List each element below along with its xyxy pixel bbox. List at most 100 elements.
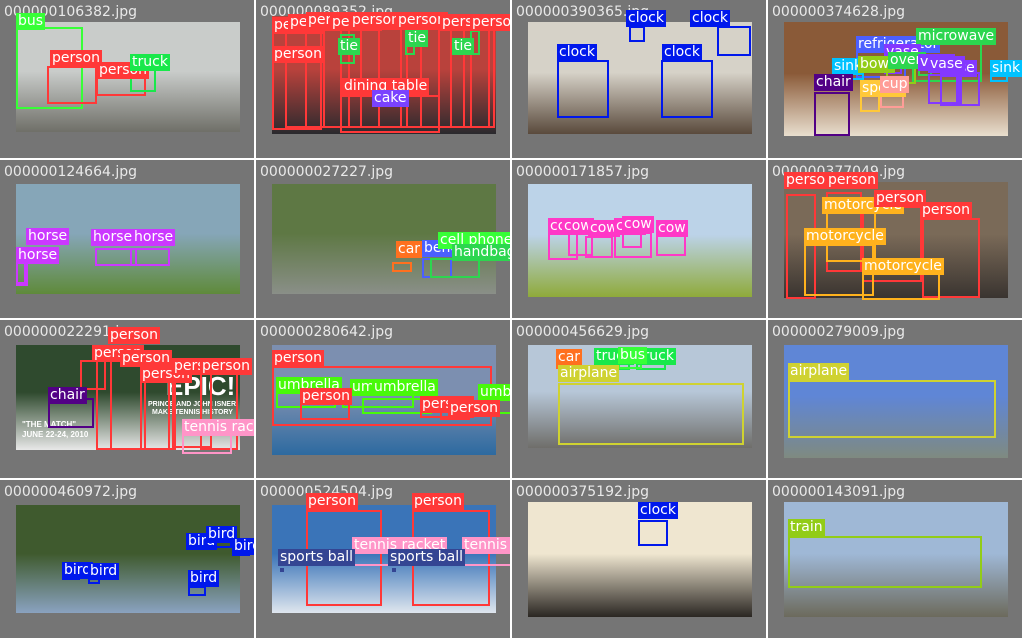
- bbox-label: person: [350, 12, 402, 29]
- bbox-label: sports ball: [388, 549, 465, 566]
- bbox-label: cup: [880, 76, 910, 93]
- bbox-label: handbag: [452, 244, 510, 261]
- grid-cell: 000000279009.jpg airplane: [768, 320, 1022, 478]
- bbox-label: airplane: [788, 363, 850, 380]
- image-filename: 000000280642.jpg: [260, 324, 393, 340]
- bbox-vase: [928, 74, 958, 104]
- bbox-airplane: [558, 383, 744, 445]
- bbox-label: horse: [26, 228, 70, 245]
- grid-cell: 000000390365.jpg clock clock clock clock: [512, 0, 766, 158]
- bbox-label: sports ball: [278, 549, 355, 566]
- grid-cell: 000000106382.jpg bus person person truck: [0, 0, 254, 158]
- grid-cell: 000000524504.jpg person person tennis racke…: [256, 480, 510, 638]
- bbox-label: cake: [372, 90, 409, 107]
- grid-cell: 000000280642.jpgpersonumbrellaumbrellape…: [256, 320, 510, 478]
- bbox-label: person: [826, 172, 878, 189]
- bbox-label: chair: [814, 74, 853, 91]
- bbox-label: bird: [232, 538, 254, 555]
- bbox-label: clock: [690, 10, 730, 27]
- bbox-bird: [188, 586, 206, 596]
- bbox-label: car: [396, 241, 423, 258]
- bbox-person: [80, 360, 106, 390]
- bbox-label: cow: [656, 220, 688, 237]
- bbox-label: person: [108, 327, 160, 344]
- bbox-cow: [585, 236, 613, 258]
- bbox-label: person: [874, 190, 926, 207]
- bbox-label: motorcycle: [862, 258, 944, 275]
- bbox-label: person: [470, 14, 510, 31]
- grid-cell: 000000171857.jpgcowcowcowcowcowcow: [512, 160, 766, 318]
- bbox-horse: [130, 248, 170, 266]
- image-filename: 000000124664.jpg: [4, 164, 137, 180]
- bbox-label: umbrella: [478, 384, 510, 401]
- image-filename: 000000375192.jpg: [516, 484, 649, 500]
- bbox-label: airplane: [558, 365, 620, 382]
- grid-cell: 000000456629.jpg car truck truck bus airplane: [512, 320, 766, 478]
- bbox-label: train: [788, 519, 825, 536]
- bbox-label: person: [300, 388, 352, 405]
- image-filename: 000000171857.jpg: [516, 164, 649, 180]
- bbox-label: umbrella: [372, 379, 438, 396]
- bbox-label: person: [920, 202, 972, 219]
- bbox-label: clock: [638, 502, 678, 519]
- image-filename: 000000143091.jpg: [772, 484, 905, 500]
- bbox-label: clock: [626, 10, 666, 27]
- bbox-clock: [629, 26, 645, 42]
- bbox-label: tie: [406, 30, 428, 47]
- image-filename: 000000279009.jpg: [772, 324, 905, 340]
- bbox-handbag: [430, 258, 480, 278]
- image-filename: 000000456629.jpg: [516, 324, 649, 340]
- bbox-label: vase: [928, 56, 965, 73]
- grid-cell: 000000460972.jpgbirdbirdbirdbirdbirdbird: [0, 480, 254, 638]
- bbox-label: tie: [338, 38, 360, 55]
- bbox-train: [788, 536, 982, 588]
- bbox-label: horse: [132, 229, 176, 246]
- grid-cell: 000000022291.jpg EPIC! PRINCE AND JOHN ISN…: [0, 320, 254, 478]
- grid-cell: 000000089352.jpgpersonpersonpersonperson…: [256, 0, 510, 158]
- bbox-label: truck: [130, 54, 170, 71]
- bbox-label: bus: [16, 13, 46, 30]
- bbox-label: motorcycle: [804, 228, 886, 245]
- overlay-text: JUNE 22-24, 2010: [22, 430, 89, 439]
- grid-cell: 000000374628.jpgrefrigeratormicrowavevas…: [768, 0, 1022, 158]
- bbox-label: clock: [557, 44, 597, 61]
- bbox-label: tennis racket: [462, 537, 510, 554]
- bbox-label: horse: [91, 229, 135, 246]
- grid-cell: 000000143091.jpg train: [768, 480, 1022, 638]
- bbox-label: microwave: [916, 28, 997, 45]
- bbox-clock: [557, 60, 609, 118]
- bbox-label: cow: [622, 216, 654, 233]
- detection-grid: 000000106382.jpgbuspersonpersontruck0000…: [0, 0, 1024, 640]
- image-filename: 000000460972.jpg: [4, 484, 137, 500]
- grid-cell: 000000375192.jpg clock: [512, 480, 766, 638]
- bbox-label: person: [272, 350, 324, 367]
- bbox-clock: [661, 60, 713, 118]
- bbox-label: tennis racket: [182, 419, 254, 436]
- image-filename: 000000027227.jpg: [260, 164, 393, 180]
- bbox-label: person: [50, 50, 102, 67]
- bbox-label: bird: [88, 563, 120, 580]
- bbox-label: person: [120, 350, 172, 367]
- bbox-label: person: [412, 493, 464, 510]
- bbox-horse: [16, 262, 28, 286]
- bbox-label: person: [200, 358, 252, 375]
- grid-cell: 000000377049.jpgpersonpersonmotorcyclepe…: [768, 160, 1022, 318]
- bbox-label: person: [306, 493, 358, 510]
- bbox-vase: [960, 72, 980, 106]
- bbox-label: person: [272, 46, 324, 63]
- grid-cell: 000000124664.jpg horse horse horse horse: [0, 160, 254, 318]
- bbox-motorcycle: [862, 272, 940, 300]
- grid-cell: 000000027227.jpgcarbenchcell phonehandba…: [256, 160, 510, 318]
- bbox-label: car: [556, 349, 583, 366]
- bbox-clock: [638, 520, 668, 546]
- bbox-label: bus: [618, 347, 648, 364]
- bbox-person: [47, 66, 97, 104]
- bbox-airplane: [788, 380, 996, 438]
- bbox-label: person: [448, 400, 500, 417]
- bbox-clock: [717, 26, 751, 56]
- bbox-label: tie: [452, 38, 474, 55]
- bbox-cow: [656, 234, 686, 256]
- image-filename: 000000374628.jpg: [772, 4, 905, 20]
- bbox-label: chair: [48, 387, 87, 404]
- bbox-sports-ball: [280, 568, 284, 572]
